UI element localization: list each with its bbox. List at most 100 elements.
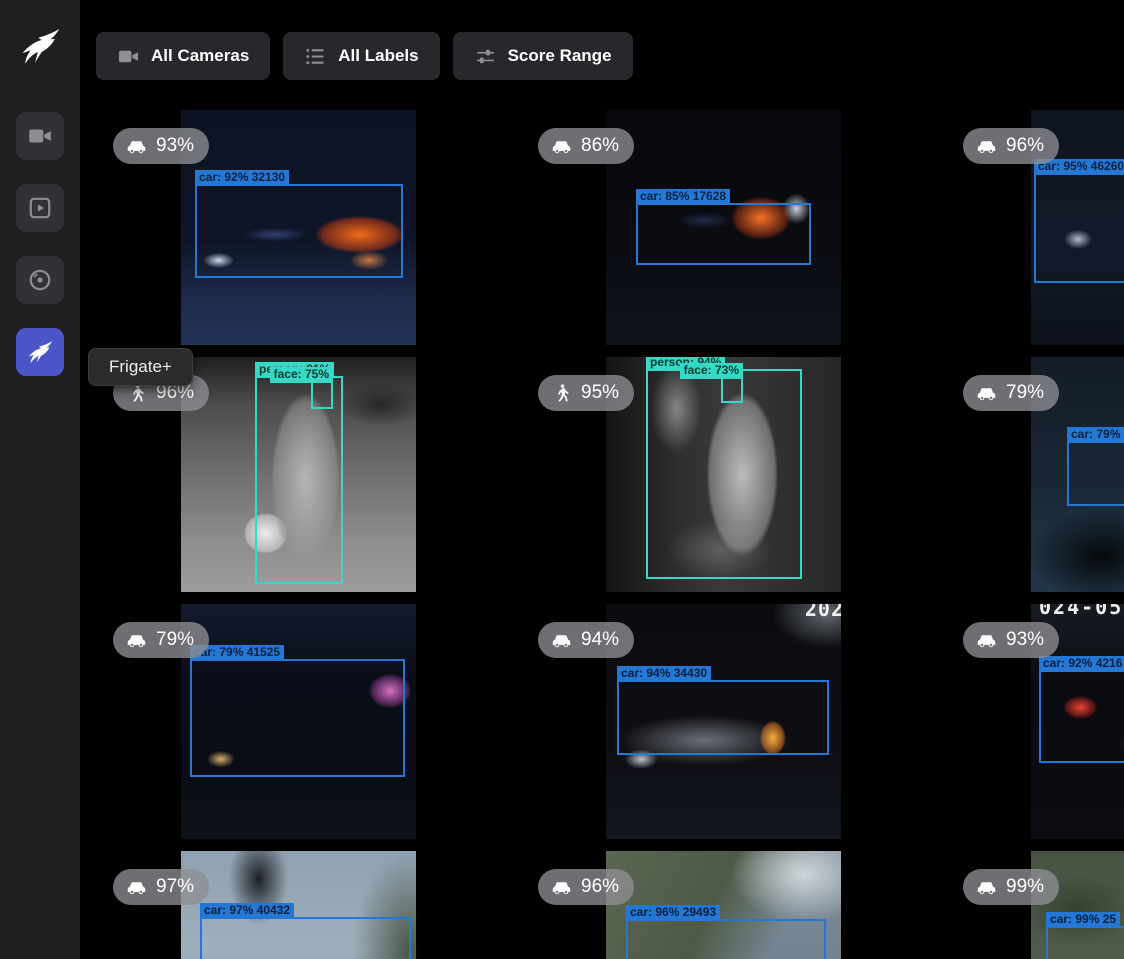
tooltip-label: Frigate+	[109, 357, 172, 376]
detection-thumbnail[interactable]: car: 85% 17628	[606, 110, 841, 345]
sidebar-item-review[interactable]	[16, 184, 64, 232]
car-icon	[126, 136, 147, 157]
bbox-label: car: 92% 32130	[195, 170, 289, 186]
car-icon	[126, 630, 147, 651]
bounding-box: car: 95% 46260	[1034, 173, 1124, 283]
detection-thumbnail[interactable]: person: 94% face: 73%	[606, 357, 841, 592]
disc-icon	[27, 267, 53, 293]
detection-thumbnail[interactable]: car: 97% 40432	[181, 851, 416, 959]
person-icon	[551, 383, 572, 404]
bounding-box: car: 99% 25	[1046, 926, 1124, 959]
sliders-icon	[474, 45, 497, 68]
bounding-box: car: 85% 17628	[636, 203, 811, 265]
bbox-label: car: 99% 25	[1046, 912, 1120, 928]
score-badge: 79%	[113, 622, 209, 658]
list-icon	[304, 45, 327, 68]
score-badge: 93%	[963, 622, 1059, 658]
bbox-label: car: 94% 34430	[617, 666, 711, 682]
badge-score: 79%	[1006, 382, 1044, 404]
badge-score: 97%	[156, 876, 194, 898]
main-content: All Cameras All Labels Score Range 93% c…	[80, 0, 1124, 959]
badge-score: 79%	[156, 629, 194, 651]
score-badge: 79%	[963, 375, 1059, 411]
detection-tile[interactable]: 95% person: 94% face: 73%	[521, 357, 946, 604]
bbox-label: car: 85% 17628	[636, 189, 730, 205]
badge-score: 86%	[581, 135, 619, 157]
bbox-label: car: 92% 4216	[1039, 656, 1124, 672]
sidebar-item-export[interactable]	[16, 256, 64, 304]
bounding-box: car: 92% 32130	[195, 184, 403, 278]
detection-thumbnail[interactable]: 202 car: 94% 34430	[606, 604, 841, 839]
detection-tile[interactable]: 97% car: 97% 40432	[96, 851, 521, 959]
detection-tile[interactable]: 79% car: 79%	[946, 357, 1124, 604]
sidebar	[0, 0, 80, 959]
car-icon	[976, 630, 997, 651]
face-bounding-box: face: 75%	[311, 381, 333, 409]
bounding-box: car: 79%	[1067, 441, 1124, 506]
detection-tile[interactable]: 96% person: 91% face: 75%	[96, 357, 521, 604]
score-badge: 96%	[538, 869, 634, 905]
car-icon	[976, 136, 997, 157]
badge-score: 96%	[581, 876, 619, 898]
score-badge: 94%	[538, 622, 634, 658]
camera-timestamp: 202	[805, 604, 841, 621]
badge-score: 93%	[156, 135, 194, 157]
detection-tile[interactable]: 94% 202 car: 94% 34430	[521, 604, 946, 851]
badge-score: 95%	[581, 382, 619, 404]
face-bounding-box: face: 73%	[721, 377, 743, 403]
car-icon	[976, 383, 997, 404]
filter-toolbar: All Cameras All Labels Score Range	[96, 32, 1124, 80]
detection-thumbnail[interactable]: person: 91% face: 75%	[181, 357, 416, 592]
badge-score: 96%	[1006, 135, 1044, 157]
filter-label: All Cameras	[151, 46, 249, 66]
detections-grid: 93% car: 92% 32130 86% car: 85% 17628	[96, 110, 1124, 959]
detection-tile[interactable]: 86% car: 85% 17628	[521, 110, 946, 357]
detection-tile[interactable]: 93% car: 92% 32130	[96, 110, 521, 357]
review-icon	[27, 195, 53, 221]
camera-icon	[117, 45, 140, 68]
detection-tile[interactable]: 99% car: 99% 25	[946, 851, 1124, 959]
camera-icon	[27, 123, 53, 149]
score-badge: 97%	[113, 869, 209, 905]
detection-tile[interactable]: 96% car: 95% 46260	[946, 110, 1124, 357]
sidebar-item-frigate-plus[interactable]	[16, 328, 64, 376]
detection-tile[interactable]: 93% 024-05 0 car: 92% 4216	[946, 604, 1124, 851]
all-cameras-filter-button[interactable]: All Cameras	[96, 32, 270, 80]
bbox-label: car: 96% 29493	[626, 905, 720, 921]
bird-icon	[26, 338, 54, 366]
camera-timestamp: 024-05 0	[1039, 604, 1124, 619]
score-badge: 99%	[963, 869, 1059, 905]
filter-label: Score Range	[508, 46, 612, 66]
detection-thumbnail[interactable]: car: 96% 29493	[606, 851, 841, 959]
bounding-box: car: 94% 34430	[617, 680, 829, 755]
badge-score: 94%	[581, 629, 619, 651]
score-badge: 96%	[963, 128, 1059, 164]
bounding-box: car: 92% 4216	[1039, 670, 1124, 763]
bounding-box: car: 96% 29493	[626, 919, 826, 959]
score-badge: 86%	[538, 128, 634, 164]
badge-score: 99%	[1006, 876, 1044, 898]
detection-thumbnail[interactable]: car: 99% 25	[1031, 851, 1124, 959]
bbox-label: car: 79%	[1067, 427, 1124, 443]
detection-thumbnail[interactable]: car: 92% 32130	[181, 110, 416, 345]
bounding-box: car: 79% 41525	[190, 659, 405, 777]
all-labels-filter-button[interactable]: All Labels	[283, 32, 439, 80]
score-badge: 95%	[538, 375, 634, 411]
sidebar-item-live[interactable]	[16, 112, 64, 160]
bbox-label: car: 97% 40432	[200, 903, 294, 919]
car-icon	[551, 877, 572, 898]
face-label: face: 73%	[680, 363, 743, 379]
car-icon	[551, 136, 572, 157]
car-icon	[551, 630, 572, 651]
score-badge: 93%	[113, 128, 209, 164]
detection-tile[interactable]: 96% car: 96% 29493	[521, 851, 946, 959]
bounding-box: car: 97% 40432	[200, 917, 411, 959]
face-label: face: 75%	[270, 367, 333, 383]
detection-thumbnail[interactable]: car: 79% 41525	[181, 604, 416, 839]
car-icon	[976, 877, 997, 898]
frigate-logo	[18, 24, 62, 68]
detection-tile[interactable]: 79% car: 79% 41525	[96, 604, 521, 851]
badge-score: 93%	[1006, 629, 1044, 651]
score-range-filter-button[interactable]: Score Range	[453, 32, 633, 80]
car-icon	[126, 877, 147, 898]
